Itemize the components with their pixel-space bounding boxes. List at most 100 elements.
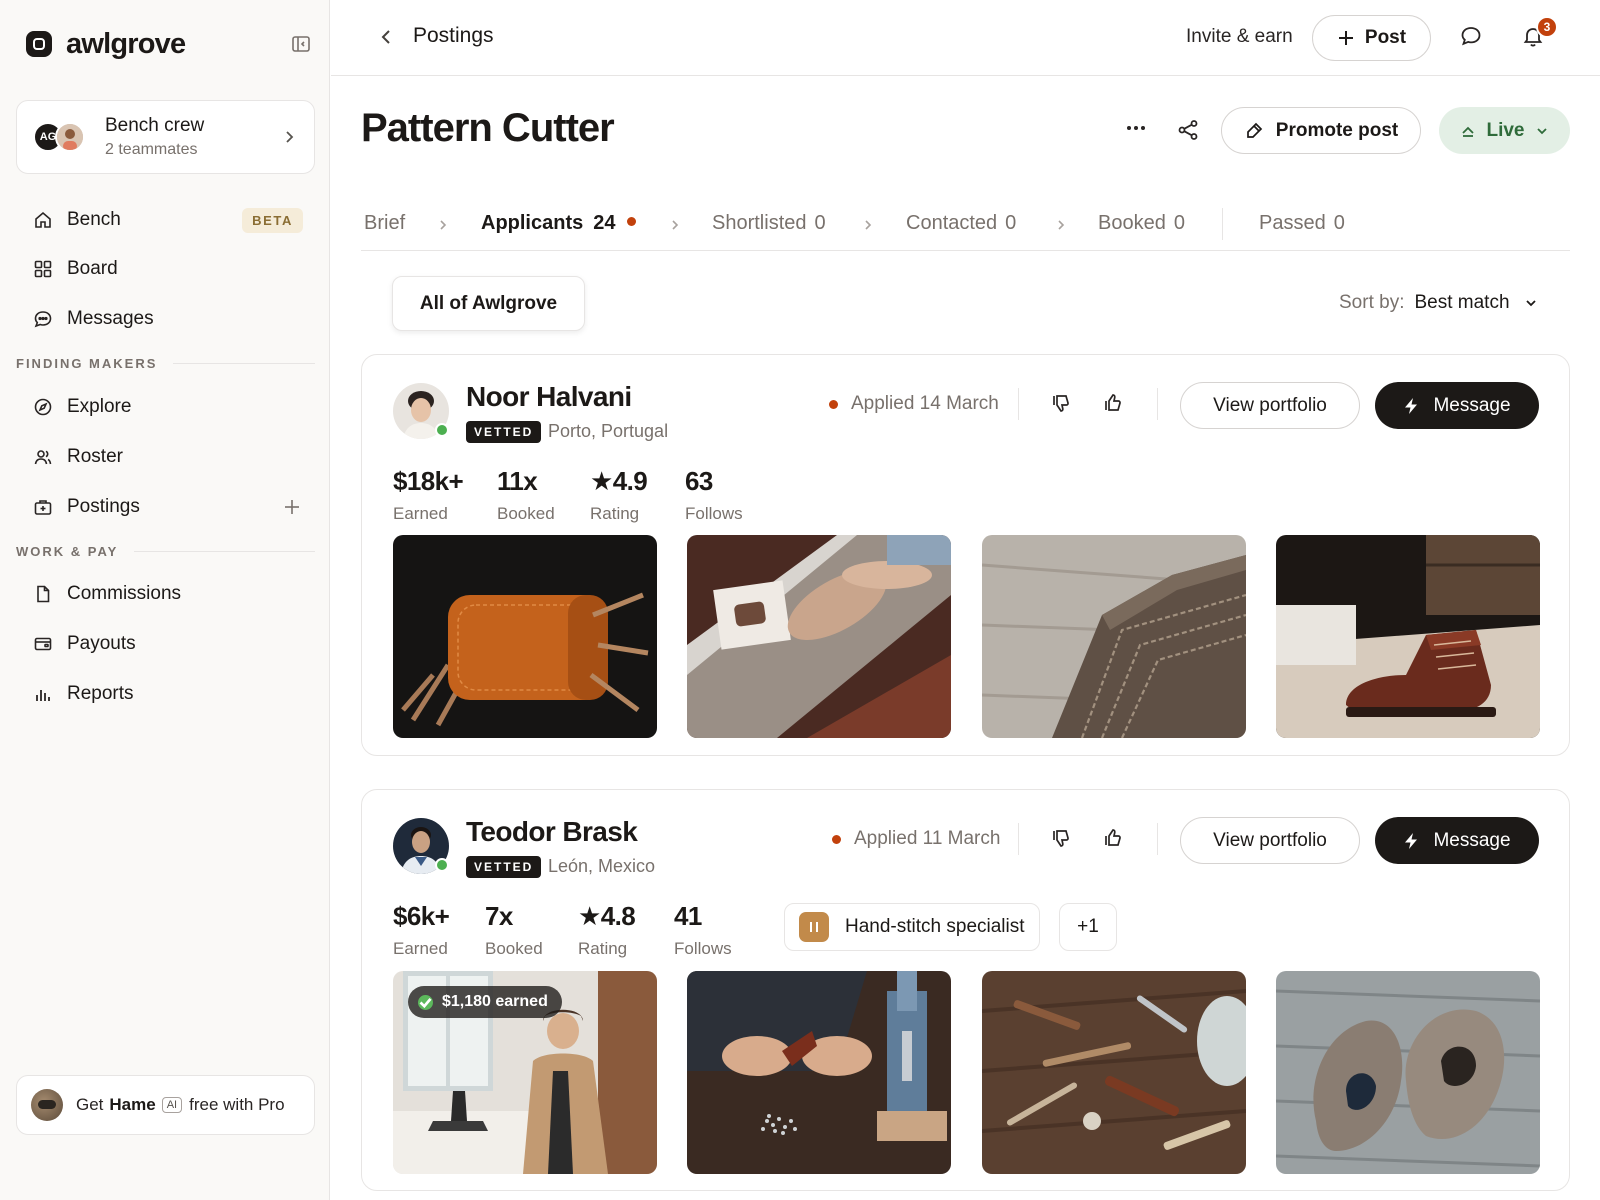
brand-name[interactable]: awlgrove — [66, 28, 186, 61]
stat-value: 41 — [674, 901, 702, 931]
earned-badge-text: $1,180 earned — [442, 993, 548, 1010]
stat-earned: $6k+ Earned — [393, 901, 450, 959]
sidebar-collapse-icon[interactable] — [288, 31, 314, 57]
stat-label: Earned — [393, 939, 448, 958]
message-button[interactable]: Message — [1375, 382, 1539, 429]
message-button[interactable]: Message — [1375, 817, 1539, 864]
section-work-pay: WORK & PAY — [16, 544, 315, 559]
briefcase-icon — [32, 496, 54, 518]
stat-follows: 41 Follows — [674, 901, 732, 959]
applicant-name[interactable]: Teodor Brask — [466, 816, 638, 848]
ai-badge: AI — [161, 1097, 183, 1113]
scope-filter-button[interactable]: All of Awlgrove — [392, 276, 585, 331]
view-portfolio-button[interactable]: View portfolio — [1180, 817, 1360, 864]
portfolio-photo-worn-shoes[interactable] — [1276, 971, 1540, 1174]
tab-label: Booked — [1098, 212, 1166, 234]
sidebar-item-explore[interactable]: Explore — [16, 387, 315, 427]
section-finding-makers: FINDING MAKERS — [16, 356, 315, 371]
status-dropdown[interactable]: Live — [1439, 107, 1570, 154]
promo-get: Get — [76, 1095, 104, 1114]
sidebar-item-messages[interactable]: Messages — [16, 299, 315, 339]
sidebar-item-commissions[interactable]: Commissions — [16, 574, 315, 614]
section-title: FINDING MAKERS — [16, 356, 158, 371]
thumbs-up-icon[interactable] — [1102, 392, 1124, 414]
more-tags-chip[interactable]: +1 — [1059, 903, 1117, 951]
applicant-name[interactable]: Noor Halvani — [466, 381, 632, 413]
team-switcher[interactable]: AG Bench crew 2 teammates — [16, 100, 315, 174]
portfolio-photo-tools[interactable] — [982, 971, 1246, 1174]
vetted-badge: VETTED — [466, 421, 542, 443]
share-icon[interactable] — [1176, 118, 1200, 142]
more-options-icon[interactable] — [1124, 116, 1148, 140]
lightning-icon — [1405, 397, 1418, 414]
hame-orb-icon — [31, 1089, 63, 1121]
tab-passed[interactable]: Passed 0 — [1259, 212, 1345, 235]
applied-dot — [832, 834, 841, 844]
stat-label: Booked — [497, 504, 555, 523]
chevron-right-icon — [865, 220, 872, 230]
sidebar: awlgrove AG Bench crew 2 teammates Bench… — [0, 0, 330, 1200]
stat-value: 63 — [685, 466, 713, 496]
upgrade-promo[interactable]: Get Hame AI free with Pro — [16, 1075, 315, 1135]
portfolio-photo-wallet-orange[interactable] — [393, 535, 657, 738]
tab-shortlisted[interactable]: Shortlisted 0 — [712, 212, 826, 235]
grid-icon — [32, 258, 54, 280]
portfolio-photo-cutting-pattern[interactable] — [687, 535, 951, 738]
stat-earned: $18k+ Earned — [393, 466, 464, 524]
message-label: Message — [1433, 829, 1511, 851]
stat-value: $6k+ — [393, 901, 450, 931]
tab-applicants[interactable]: Applicants 24 — [481, 212, 636, 235]
skill-tag[interactable]: Hand-stitch specialist — [784, 903, 1040, 951]
tab-brief[interactable]: Brief — [364, 212, 405, 235]
tab-label: Passed — [1259, 212, 1326, 234]
thumbs-down-icon[interactable] — [1050, 827, 1072, 849]
promo-product: Hame — [109, 1095, 156, 1114]
portfolio-photo-boots[interactable] — [1276, 535, 1540, 738]
team-name: Bench crew — [105, 115, 205, 136]
portfolio-photo-wallet-stitched[interactable] — [982, 535, 1246, 738]
stat-label: Follows — [674, 939, 732, 958]
vetted-badge: VETTED — [466, 856, 542, 878]
earned-badge: $1,180 earned — [408, 986, 562, 1018]
team-avatar-photo — [55, 122, 85, 152]
divider — [1157, 388, 1158, 420]
divider — [1018, 388, 1019, 420]
tab-contacted[interactable]: Contacted 0 — [906, 212, 1016, 235]
sidebar-item-board[interactable]: Board — [16, 249, 315, 289]
promote-post-button[interactable]: Promote post — [1221, 107, 1421, 154]
portfolio-photo-riveting[interactable] — [687, 971, 951, 1174]
page-title: Pattern Cutter — [361, 106, 615, 150]
sidebar-item-payouts[interactable]: Payouts — [16, 624, 315, 664]
breadcrumb[interactable]: Postings — [413, 24, 494, 48]
sort-value: Best match — [1414, 292, 1510, 313]
thumbs-up-icon[interactable] — [1102, 827, 1124, 849]
chat-icon[interactable] — [1459, 24, 1483, 48]
beta-badge: BETA — [242, 207, 303, 233]
applied-dot — [829, 399, 838, 409]
thumbs-down-icon[interactable] — [1050, 392, 1072, 414]
sidebar-item-reports[interactable]: Reports — [16, 674, 315, 714]
sidebar-item-postings[interactable]: Postings — [16, 487, 315, 527]
sidebar-item-label: Commissions — [67, 583, 182, 604]
brand-logo-icon[interactable] — [26, 31, 52, 57]
back-arrow-icon[interactable] — [375, 26, 397, 48]
portfolio-photo-workshop[interactable]: $1,180 earned — [393, 971, 657, 1174]
applied-date: Applied 11 March — [832, 828, 1000, 850]
chevron-right-icon — [440, 220, 447, 230]
add-posting-icon[interactable] — [283, 498, 301, 516]
sidebar-item-label: Payouts — [67, 633, 136, 654]
tab-count: 0 — [814, 212, 826, 234]
applicant-location: León, Mexico — [548, 856, 656, 876]
sidebar-item-roster[interactable]: Roster — [16, 437, 315, 477]
stat-label: Booked — [485, 939, 543, 958]
new-post-button[interactable]: Post — [1312, 15, 1431, 61]
bar-chart-icon — [32, 683, 54, 705]
stat-booked: 7x Booked — [485, 901, 543, 959]
view-portfolio-button[interactable]: View portfolio — [1180, 382, 1360, 429]
sort-dropdown[interactable]: Sort by: Best match — [1339, 292, 1538, 314]
tab-booked[interactable]: Booked 0 — [1098, 212, 1185, 235]
stat-value: ★4.9 — [590, 466, 648, 496]
stat-rating: ★4.8 Rating — [578, 901, 636, 959]
invite-earn-link[interactable]: Invite & earn — [1186, 26, 1293, 48]
sidebar-item-bench[interactable]: Bench BETA — [16, 200, 315, 240]
